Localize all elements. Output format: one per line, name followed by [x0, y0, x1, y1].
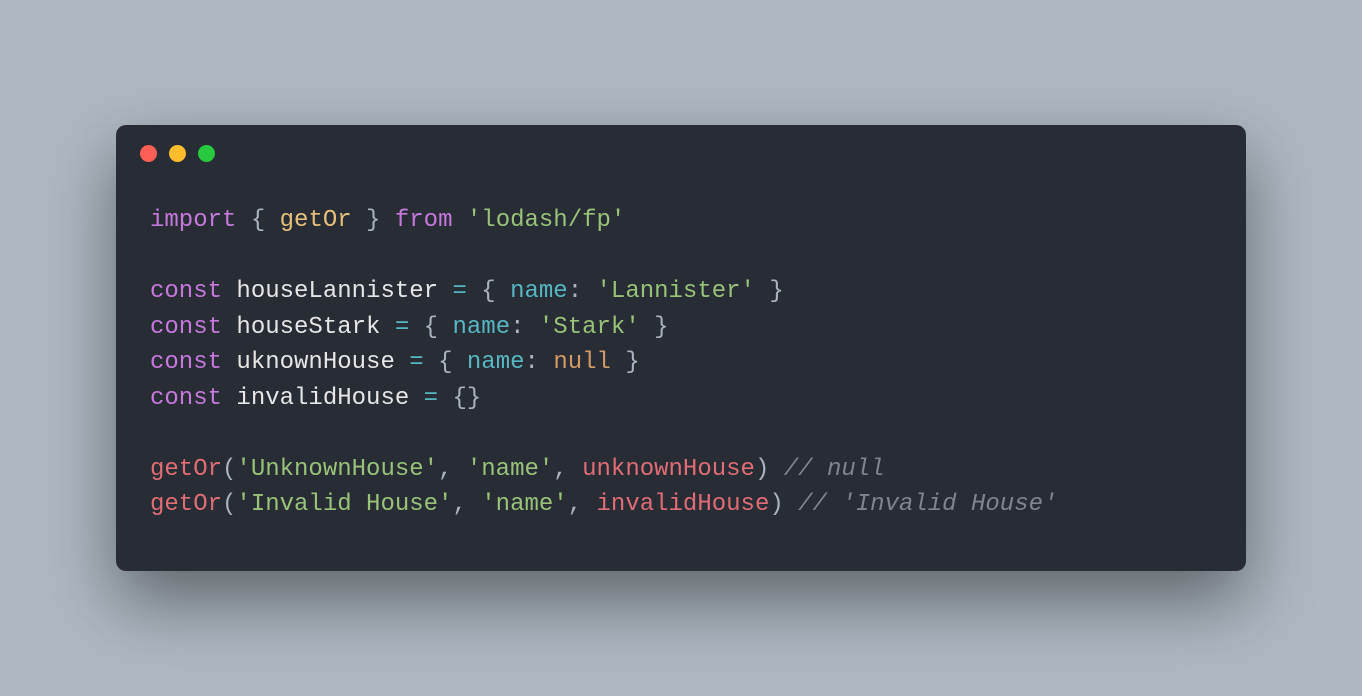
- token-fncall: unknownHouse: [582, 456, 755, 483]
- token-punc: [150, 243, 164, 270]
- code-content: import { getOr } from 'lodash/fp' const …: [116, 181, 1246, 571]
- token-str: 'name': [467, 456, 553, 483]
- token-fncall: getOr: [150, 491, 222, 518]
- token-punc: ): [755, 456, 784, 483]
- token-punc: ,: [568, 491, 597, 518]
- token-str: 'name': [481, 491, 567, 518]
- token-punc: [395, 349, 409, 376]
- code-line: [150, 416, 1212, 452]
- token-punc: }: [352, 207, 395, 234]
- token-punc: [150, 420, 164, 447]
- token-white: houseLannister: [236, 278, 438, 305]
- token-punc: }: [640, 314, 669, 341]
- token-punc: :: [525, 349, 554, 376]
- token-punc: (: [222, 456, 236, 483]
- token-fncall: getOr: [150, 456, 222, 483]
- token-op: =: [424, 385, 438, 412]
- token-str: 'UnknownHouse': [236, 456, 438, 483]
- token-prop: name: [452, 314, 510, 341]
- token-prop: name: [467, 349, 525, 376]
- token-fncall: invalidHouse: [597, 491, 770, 518]
- token-punc: [222, 385, 236, 412]
- code-line: const uknownHouse = { name: null }: [150, 345, 1212, 381]
- token-cmt: // null: [784, 456, 885, 483]
- token-prop: name: [510, 278, 568, 305]
- token-punc: [409, 385, 423, 412]
- token-kw: const: [150, 349, 222, 376]
- code-line: getOr('Invalid House', 'name', invalidHo…: [150, 487, 1212, 523]
- token-punc: :: [510, 314, 539, 341]
- code-line: const houseStark = { name: 'Stark' }: [150, 310, 1212, 346]
- token-cmt: // 'Invalid House': [798, 491, 1057, 518]
- code-line: [150, 239, 1212, 275]
- token-punc: [380, 314, 394, 341]
- token-punc: {: [409, 314, 452, 341]
- token-white: houseStark: [236, 314, 380, 341]
- token-punc: [222, 314, 236, 341]
- token-punc: [452, 207, 466, 234]
- token-punc: ,: [438, 456, 467, 483]
- code-line: getOr('UnknownHouse', 'name', unknownHou…: [150, 452, 1212, 488]
- token-str: 'Lannister': [597, 278, 755, 305]
- token-punc: }: [611, 349, 640, 376]
- token-op: =: [452, 278, 466, 305]
- token-kw: const: [150, 314, 222, 341]
- token-punc: {: [424, 349, 467, 376]
- minimize-icon[interactable]: [169, 145, 186, 162]
- zoom-icon[interactable]: [198, 145, 215, 162]
- window-titlebar: [116, 125, 1246, 181]
- code-line: const houseLannister = { name: 'Lanniste…: [150, 274, 1212, 310]
- close-icon[interactable]: [140, 145, 157, 162]
- token-white: uknownHouse: [236, 349, 394, 376]
- token-punc: [222, 349, 236, 376]
- token-punc: [222, 278, 236, 305]
- token-punc: {}: [438, 385, 481, 412]
- token-punc: [438, 278, 452, 305]
- token-kw: const: [150, 278, 222, 305]
- token-op: =: [409, 349, 423, 376]
- token-punc: {: [467, 278, 510, 305]
- token-punc: }: [755, 278, 784, 305]
- token-fn: getOr: [280, 207, 352, 234]
- token-kw: from: [395, 207, 453, 234]
- code-line: import { getOr } from 'lodash/fp': [150, 203, 1212, 239]
- token-str: 'lodash/fp': [467, 207, 625, 234]
- token-punc: {: [236, 207, 279, 234]
- token-white: invalidHouse: [236, 385, 409, 412]
- code-window: import { getOr } from 'lodash/fp' const …: [116, 125, 1246, 571]
- token-str: 'Invalid House': [236, 491, 452, 518]
- token-punc: ): [769, 491, 798, 518]
- token-str: 'Stark': [539, 314, 640, 341]
- token-kw: const: [150, 385, 222, 412]
- token-op: =: [395, 314, 409, 341]
- token-punc: (: [222, 491, 236, 518]
- token-punc: ,: [452, 491, 481, 518]
- code-line: const invalidHouse = {}: [150, 381, 1212, 417]
- token-punc: :: [568, 278, 597, 305]
- token-kw: import: [150, 207, 236, 234]
- token-null: null: [553, 349, 611, 376]
- token-punc: ,: [553, 456, 582, 483]
